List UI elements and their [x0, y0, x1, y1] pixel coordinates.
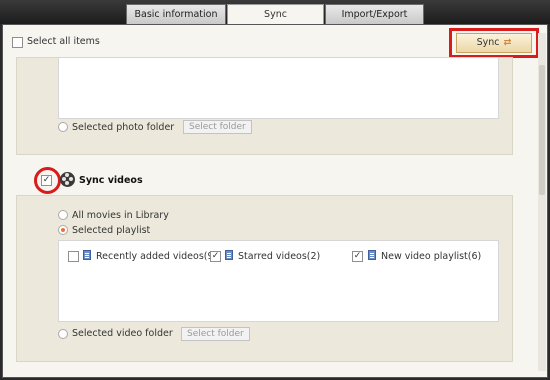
select-photo-folder-button[interactable]: Select folder: [183, 120, 252, 134]
scrollbar-thumb[interactable]: [539, 65, 545, 195]
film-reel-icon: [60, 172, 75, 187]
playlist-checkbox[interactable]: ✓: [210, 251, 221, 262]
playlist-icon: [225, 250, 233, 260]
selected-playlist-label: Selected playlist: [72, 225, 151, 236]
all-movies-radio[interactable]: [58, 210, 68, 220]
sync-videos-title: Sync videos: [79, 175, 143, 186]
photo-list-box: [58, 57, 499, 119]
tab-bar: Basic information Sync Import/Export: [0, 0, 550, 24]
playlist-label: New video playlist(6): [381, 251, 482, 262]
playlist-checkbox[interactable]: [68, 251, 79, 262]
select-all-label: Select all items: [27, 36, 100, 47]
tab-import-export[interactable]: Import/Export: [325, 4, 424, 24]
selected-video-folder-label: Selected video folder: [72, 328, 173, 339]
playlist-icon: [83, 250, 91, 260]
sync-button-highlight: [449, 28, 539, 58]
selected-playlist-radio[interactable]: [58, 225, 68, 235]
sync-videos-checkbox-highlight: [34, 167, 61, 194]
selected-video-folder-radio[interactable]: [58, 329, 68, 339]
playlist-icon: [368, 250, 376, 260]
select-video-folder-button[interactable]: Select folder: [181, 327, 250, 341]
selected-photo-folder-label: Selected photo folder: [72, 122, 175, 133]
tab-basic-information[interactable]: Basic information: [126, 4, 226, 24]
playlist-label: Starred videos(2): [238, 251, 321, 262]
playlist-label: Recently added videos(9): [96, 251, 218, 262]
all-movies-label: All movies in Library: [72, 210, 169, 221]
playlist-checkbox[interactable]: ✓: [352, 251, 363, 262]
tab-sync[interactable]: Sync: [227, 4, 324, 24]
selected-photo-folder-radio[interactable]: [58, 122, 68, 132]
select-all-checkbox[interactable]: [12, 37, 23, 48]
sync-settings-window: Select all items Sync ⇄ Selected photo fo…: [2, 24, 548, 378]
